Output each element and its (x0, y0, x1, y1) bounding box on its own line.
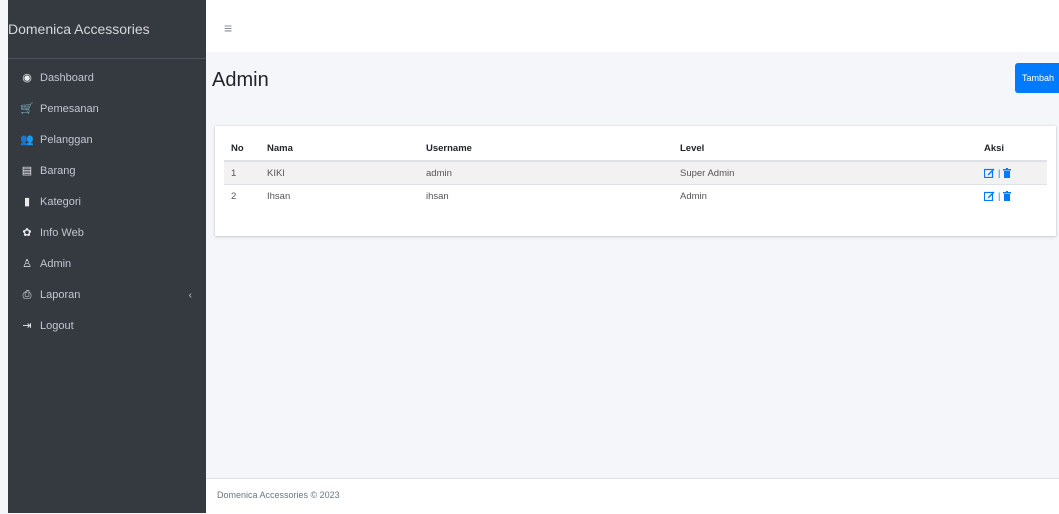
sidebar-item-info-web[interactable]: ✿ Info Web (8, 218, 206, 249)
sidebar-item-dashboard[interactable]: ◉ Dashboard (8, 63, 206, 94)
sidebar-item-label: Pemesanan (40, 103, 99, 115)
cell-level: Admin (673, 184, 977, 207)
sidebar-item-barang[interactable]: ▤ Barang (8, 156, 206, 187)
sidebar-item-label: Kategori (40, 196, 81, 208)
sidebar-item-label: Dashboard (40, 72, 94, 84)
page-title: Admin (212, 69, 269, 91)
footer-copyright: Domenica Accessories © 2023 (217, 490, 340, 500)
brand-title[interactable]: Domenica Accessories (8, 0, 206, 59)
column-header-nama: Nama (260, 136, 419, 162)
edit-icon[interactable] (983, 191, 995, 202)
top-navbar: ≡ (206, 0, 1059, 52)
sidebar-item-pemesanan[interactable]: 🛒 Pemesanan (8, 94, 206, 125)
action-separator: | (998, 191, 1001, 201)
sidebar-item-label: Laporan (40, 289, 81, 301)
sidebar-item-kategori[interactable]: ▮ Kategori (8, 187, 206, 218)
trash-icon[interactable] (1003, 168, 1012, 178)
sidebar-item-label: Info Web (40, 227, 84, 239)
cell-no: 2 (224, 184, 260, 207)
sidebar-item-pelanggan[interactable]: 👥 Pelanggan (8, 125, 206, 156)
sidebar: Domenica Accessories ◉ Dashboard 🛒 Pemes… (8, 0, 206, 513)
column-header-aksi: Aksi (977, 136, 1047, 162)
action-separator: | (998, 168, 1001, 178)
edit-icon[interactable] (983, 168, 995, 179)
cell-level: Super Admin (673, 160, 977, 185)
sidebar-item-logout[interactable]: ⇥ Logout (8, 311, 206, 342)
cell-username: ihsan (419, 184, 673, 207)
sidebar-item-label: Logout (40, 320, 74, 332)
printer-icon: ⎙ (22, 289, 32, 301)
hamburger-menu-icon[interactable]: ≡ (224, 20, 232, 36)
cell-nama: Ihsan (260, 184, 419, 207)
column-header-username: Username (419, 136, 673, 162)
table-row: 2 Ihsan ihsan Admin | (224, 184, 1047, 207)
sidebar-item-label: Barang (40, 165, 76, 177)
cell-actions: | (977, 184, 1047, 207)
user-icon: ♙ (22, 258, 32, 270)
admin-table-card: No Nama Username Level Aksi 1 KIKI admin… (215, 126, 1056, 236)
box-icon: ▤ (21, 165, 33, 177)
footer: Domenica Accessories © 2023 (206, 478, 1059, 514)
gear-icon: ✿ (22, 227, 32, 239)
column-header-no: No (224, 136, 260, 162)
chevron-left-icon: ‹ (188, 290, 192, 301)
table-row: 1 KIKI admin Super Admin | (224, 160, 1047, 185)
cell-no: 1 (224, 160, 260, 185)
sidebar-item-admin[interactable]: ♙ Admin (8, 249, 206, 280)
table-header-row: No Nama Username Level Aksi (224, 136, 1047, 162)
add-admin-button[interactable]: Tambah (1015, 63, 1059, 93)
users-icon: 👥 (20, 134, 34, 146)
sidebar-item-label: Pelanggan (40, 134, 93, 146)
cell-username: admin (419, 160, 673, 185)
dashboard-icon: ◉ (22, 72, 32, 84)
logout-icon: ⇥ (22, 320, 32, 332)
file-icon: ▮ (23, 196, 31, 208)
sidebar-item-laporan[interactable]: ⎙ Laporan ‹ (8, 280, 206, 311)
sidebar-item-label: Admin (40, 258, 72, 270)
cart-icon: 🛒 (20, 103, 34, 115)
cell-nama: KIKI (260, 160, 419, 185)
cell-actions: | (977, 160, 1047, 185)
admin-table: No Nama Username Level Aksi 1 KIKI admin… (224, 136, 1047, 207)
column-header-level: Level (673, 136, 977, 162)
sidebar-nav: ◉ Dashboard 🛒 Pemesanan 👥 Pelanggan ▤ Ba… (8, 59, 206, 342)
trash-icon[interactable] (1003, 191, 1012, 201)
